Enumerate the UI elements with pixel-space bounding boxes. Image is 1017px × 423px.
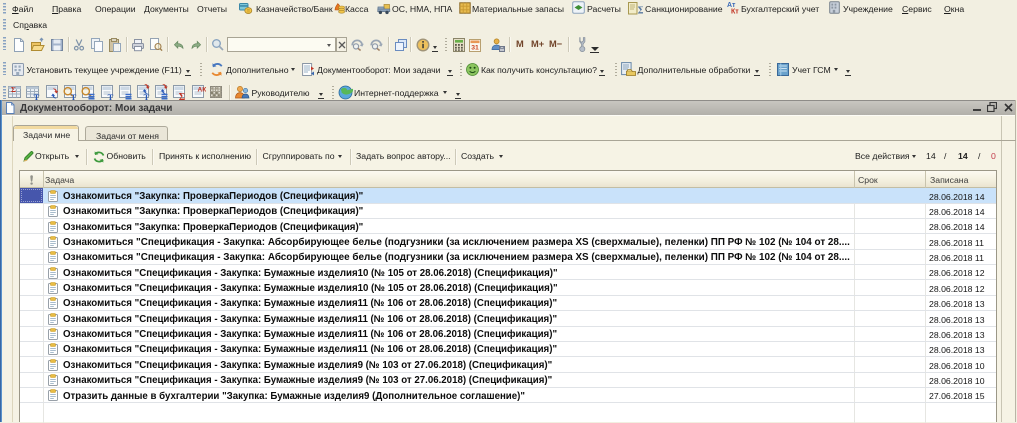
svg-text:T: T	[108, 92, 114, 100]
svg-text:Σ: Σ	[638, 4, 643, 15]
svg-text:Σ: Σ	[179, 92, 186, 100]
svg-text:Кт: Кт	[731, 9, 739, 14]
svg-text:T: T	[34, 92, 40, 100]
svg-text:T: T	[144, 92, 150, 100]
svg-text:T: T	[71, 92, 77, 100]
svg-text:31: 31	[471, 44, 479, 51]
svg-text:АК: АК	[198, 87, 207, 94]
svg-text:Σ: Σ	[11, 85, 16, 94]
